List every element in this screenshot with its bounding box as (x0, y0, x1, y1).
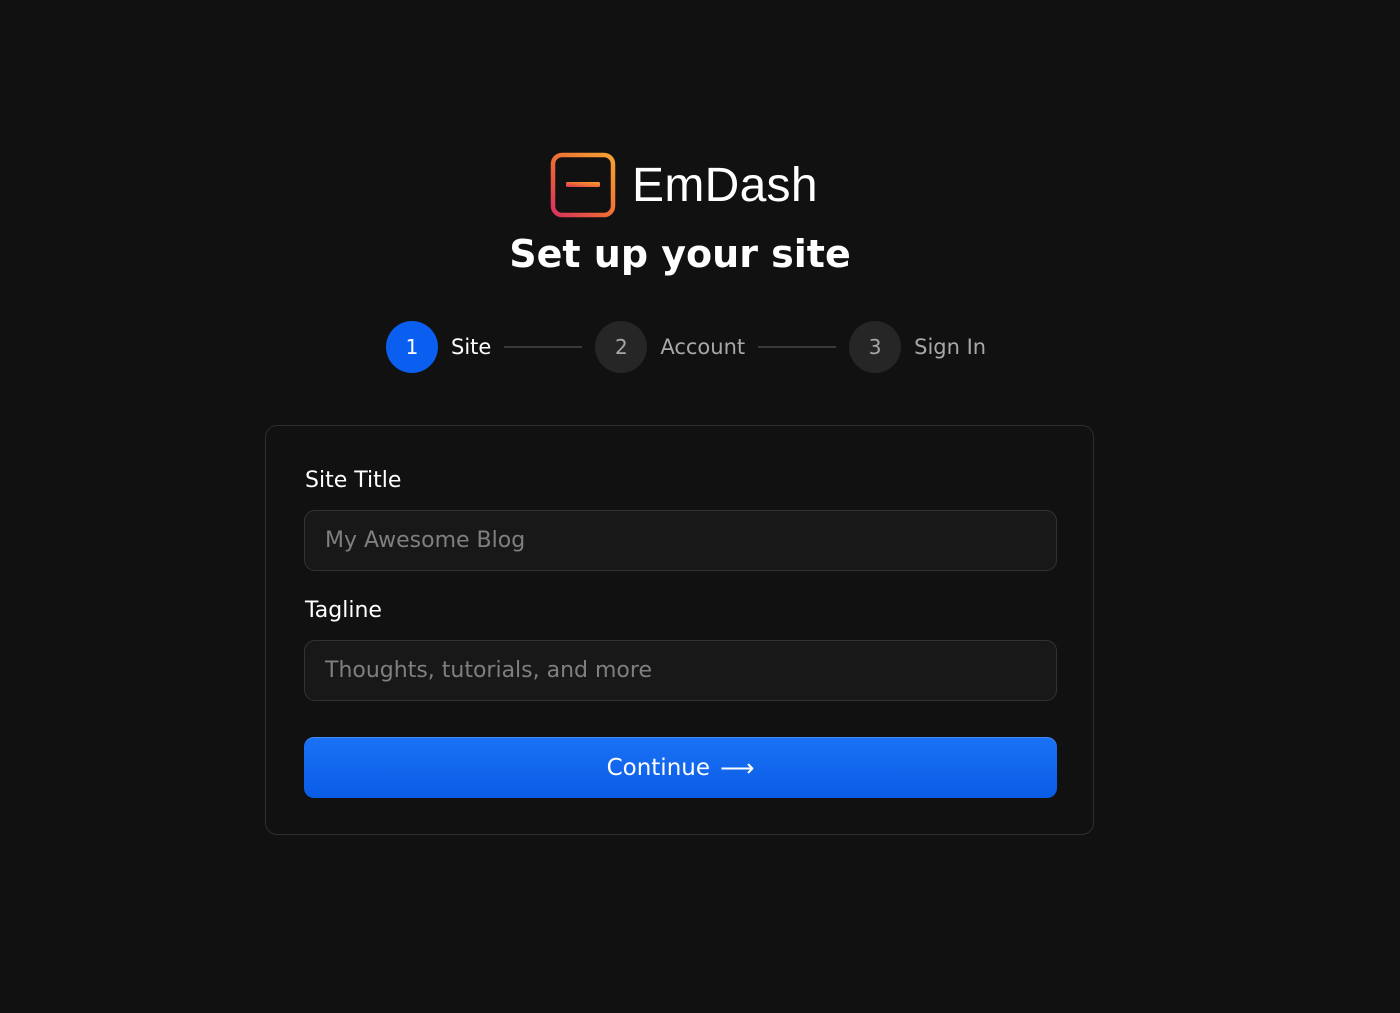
step-number: 2 (595, 321, 648, 373)
site-title-input[interactable] (304, 510, 1057, 571)
step-label: Sign In (914, 335, 987, 359)
site-title-label: Site Title (305, 468, 402, 493)
continue-button[interactable]: Continue ⟶ (304, 737, 1057, 798)
step-label: Site (451, 335, 492, 359)
setup-stepper: 1 Site 2 Account 3 Sign In (386, 321, 986, 373)
setup-page: EmDash Set up your site 1 Site 2 Account… (0, 0, 1400, 1013)
step-number: 3 (849, 321, 902, 373)
step-label: Account (660, 335, 746, 359)
tagline-input[interactable] (304, 640, 1057, 701)
step-account: 2 Account (595, 321, 745, 373)
arrow-right-icon: ⟶ (720, 753, 755, 782)
step-site: 1 Site (386, 321, 491, 373)
setup-form-card: Site Title Tagline Continue ⟶ (265, 425, 1094, 835)
brand-name: EmDash (632, 158, 818, 212)
step-sign-in: 3 Sign In (849, 321, 986, 373)
step-connector (504, 346, 583, 348)
step-connector (758, 346, 837, 348)
tagline-label: Tagline (305, 598, 382, 623)
step-number: 1 (386, 321, 438, 373)
brand: EmDash (550, 152, 818, 218)
continue-label: Continue (606, 754, 710, 781)
page-title: Set up your site (509, 232, 851, 276)
emdash-logo-icon (550, 152, 616, 218)
